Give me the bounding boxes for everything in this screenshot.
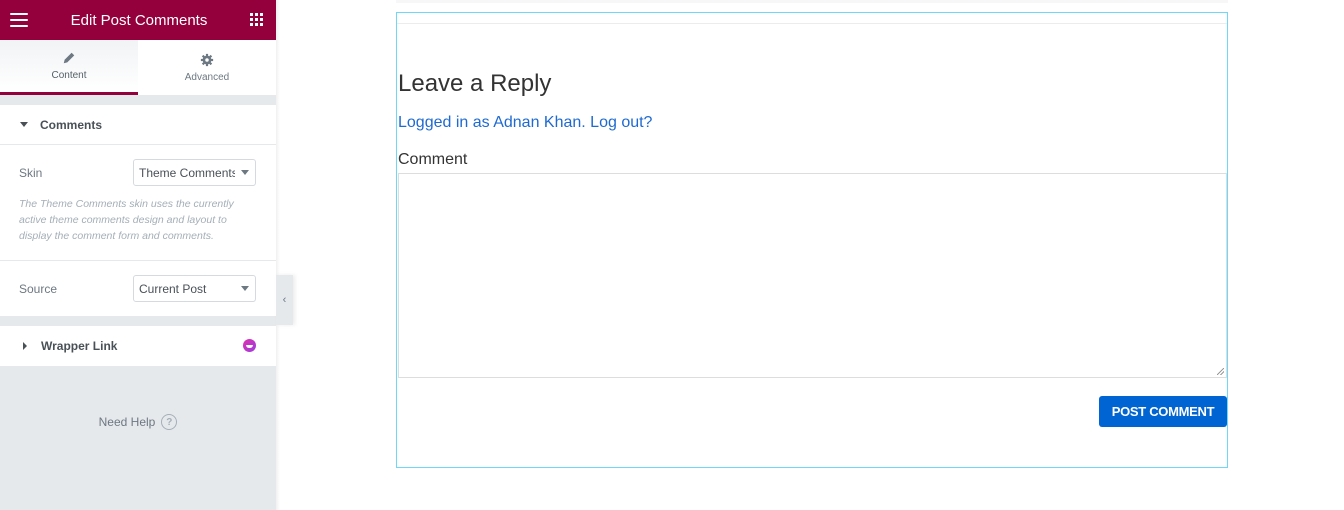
tab-advanced[interactable]: Advanced bbox=[138, 40, 276, 95]
chevron-down-icon bbox=[241, 170, 249, 175]
editor-panel: Edit Post Comments Content Advanced Comm… bbox=[0, 0, 276, 510]
logout-link[interactable]: Log out? bbox=[590, 114, 652, 131]
reply-heading: Leave a Reply bbox=[398, 70, 552, 97]
divider bbox=[397, 23, 1227, 24]
source-control: Source Current Post bbox=[0, 261, 276, 316]
wrapper-link-section: Wrapper Link bbox=[0, 326, 276, 366]
chevron-left-icon: ‹ bbox=[282, 294, 287, 306]
profile-link[interactable]: Logged in as Adnan Khan. bbox=[398, 114, 586, 131]
wrapper-link-title: Wrapper Link bbox=[41, 339, 118, 353]
post-comments-widget[interactable]: Leave a Reply Logged in as Adnan Khan. L… bbox=[396, 12, 1228, 468]
skin-select[interactable]: Theme Comments bbox=[133, 159, 256, 186]
addon-badge-icon bbox=[243, 339, 256, 352]
skin-description: The Theme Comments skin uses the current… bbox=[19, 198, 234, 242]
source-select-value: Current Post bbox=[139, 281, 207, 296]
skin-control: Skin Theme Comments The Theme Comments s… bbox=[0, 145, 276, 261]
tab-content-label: Content bbox=[51, 70, 87, 81]
panel-tabs: Content Advanced bbox=[0, 40, 276, 95]
comments-section: Comments Skin Theme Comments The Theme C… bbox=[0, 105, 276, 316]
chevron-down-icon bbox=[241, 286, 249, 291]
comment-label: Comment bbox=[398, 151, 468, 168]
panel-edge-shadow bbox=[276, 0, 280, 510]
skin-label: Skin bbox=[19, 165, 43, 180]
need-help-link[interactable]: Need Help ? bbox=[0, 414, 276, 430]
logged-in-info: Logged in as Adnan Khan. Log out? bbox=[398, 114, 652, 132]
need-help-label: Need Help bbox=[98, 415, 156, 429]
comments-section-title: Comments bbox=[40, 117, 103, 132]
source-select[interactable]: Current Post bbox=[133, 275, 256, 302]
source-label: Source bbox=[19, 281, 58, 296]
pencil-icon bbox=[63, 52, 75, 64]
skin-select-value: Theme Comments bbox=[139, 165, 235, 180]
caret-right-icon bbox=[23, 342, 27, 350]
wrapper-link-section-toggle[interactable]: Wrapper Link bbox=[0, 326, 276, 366]
question-circle-icon: ? bbox=[161, 414, 178, 430]
comments-section-toggle[interactable]: Comments bbox=[0, 105, 276, 145]
menu-icon[interactable] bbox=[10, 13, 28, 27]
post-comment-button[interactable]: POST COMMENT bbox=[1099, 396, 1227, 427]
panel-title: Edit Post Comments bbox=[70, 11, 208, 29]
panel-header: Edit Post Comments bbox=[0, 0, 276, 40]
collapse-panel-button[interactable]: ‹ bbox=[276, 275, 293, 325]
preview-top-strip bbox=[396, 0, 1228, 3]
tab-advanced-label: Advanced bbox=[184, 71, 230, 83]
caret-down-icon bbox=[20, 122, 28, 127]
comment-textarea[interactable] bbox=[398, 173, 1227, 378]
widgets-grid-icon[interactable] bbox=[250, 13, 264, 27]
tab-content[interactable]: Content bbox=[0, 40, 138, 95]
gear-icon bbox=[200, 53, 214, 66]
